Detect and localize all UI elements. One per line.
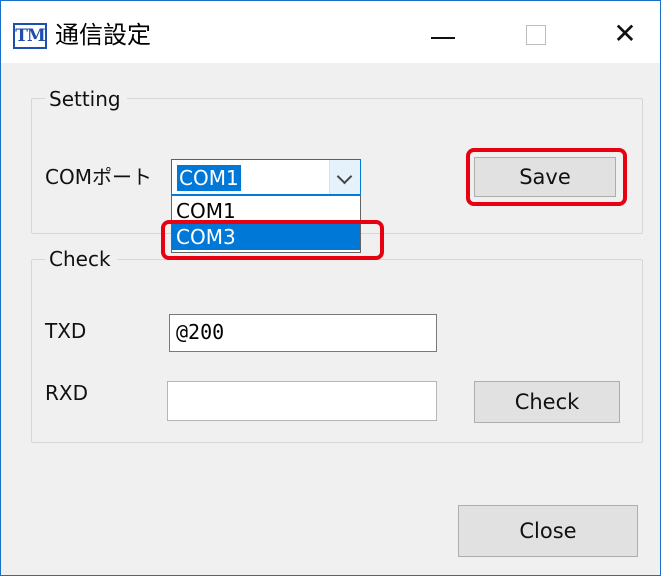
txd-label: TXD	[45, 319, 87, 343]
com-port-select[interactable]: COM1	[171, 159, 361, 195]
close-window-button[interactable]: ✕	[597, 13, 653, 55]
com3-highlight-annotation	[161, 220, 384, 260]
maximize-button[interactable]	[506, 13, 562, 55]
com-port-selected-value: COM1	[177, 165, 241, 191]
title-bar[interactable]: TM 通信設定 ✕	[1, 1, 660, 63]
minimize-icon	[431, 37, 455, 39]
settings-window: TM 通信設定 ✕ Setting COMポート COM1 Save Check…	[0, 0, 661, 576]
app-logo-icon: TM	[13, 23, 47, 49]
maximize-icon	[526, 25, 546, 45]
rxd-label: RXD	[45, 381, 88, 405]
dropdown-toggle[interactable]	[329, 160, 360, 194]
com-port-label: COMポート	[45, 165, 152, 189]
txd-input[interactable]: @200	[169, 314, 437, 352]
chevron-down-icon	[336, 168, 353, 185]
close-icon: ✕	[613, 17, 637, 50]
check-group-legend: Check	[45, 247, 117, 271]
minimize-button[interactable]	[413, 13, 469, 55]
rxd-output[interactable]	[167, 381, 437, 421]
save-highlight-annotation	[466, 148, 627, 206]
close-button[interactable]: Close	[458, 505, 638, 557]
check-button[interactable]: Check	[474, 381, 620, 423]
setting-group-legend: Setting	[45, 87, 127, 111]
window-title: 通信設定	[55, 21, 151, 49]
